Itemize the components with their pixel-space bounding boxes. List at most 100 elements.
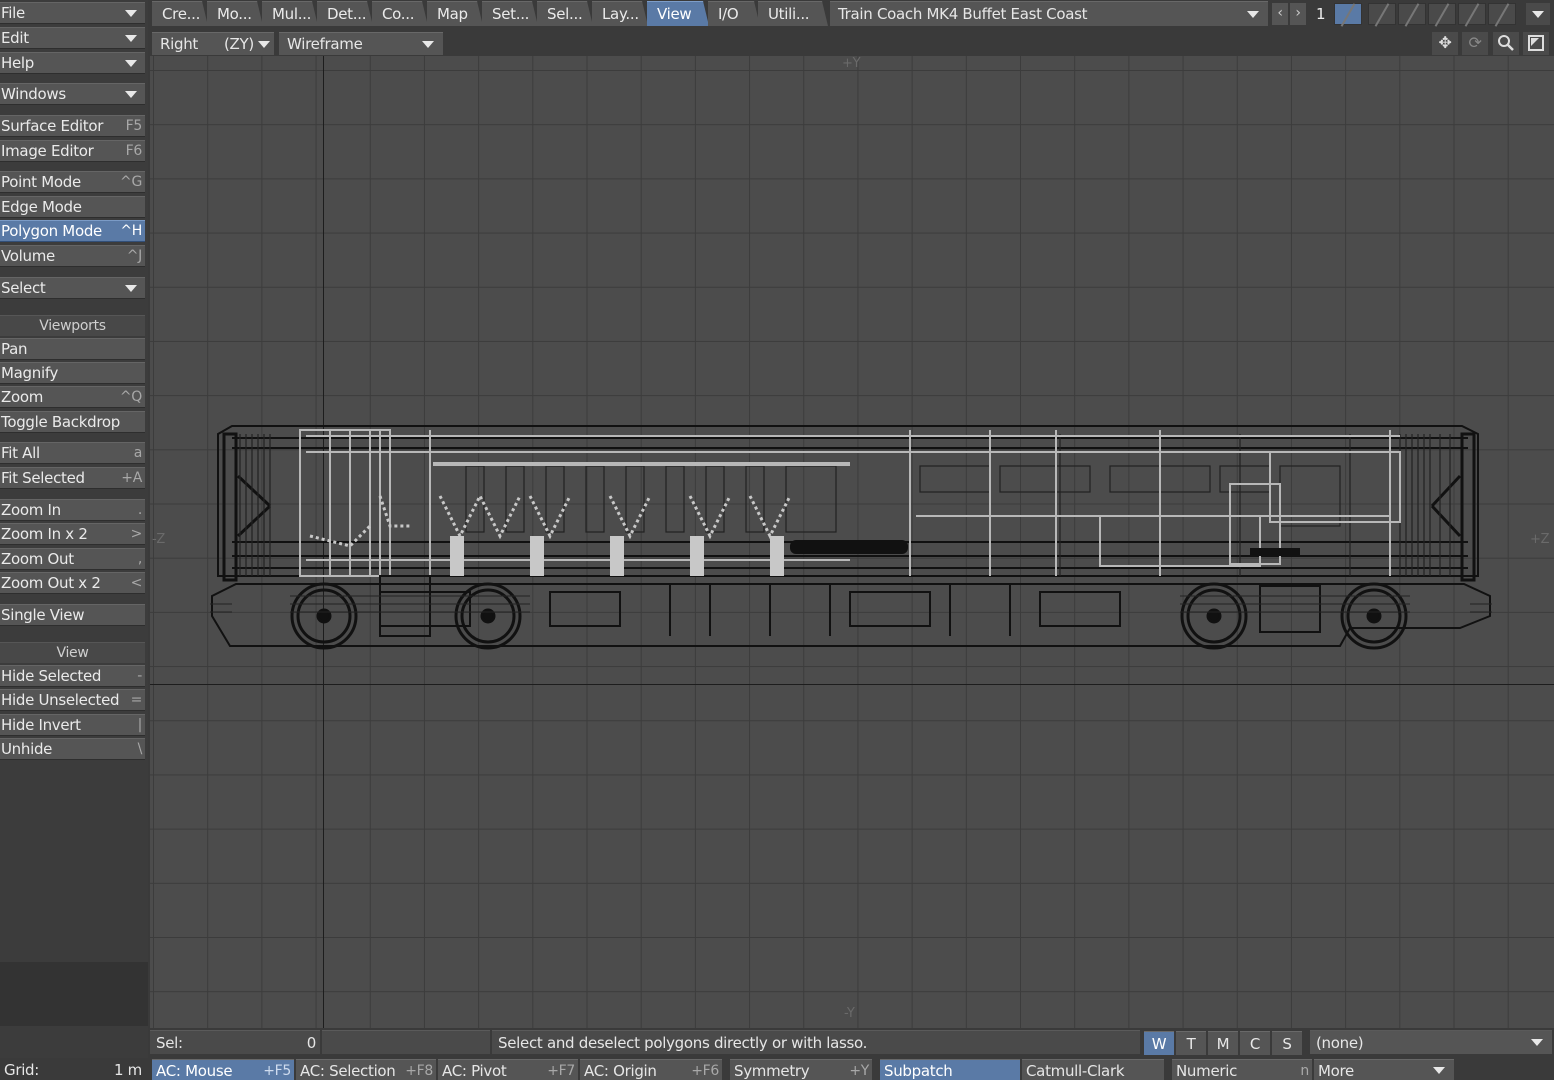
pan-button[interactable]: Pan xyxy=(0,338,145,360)
tab-select[interactable]: Sel... xyxy=(537,1,593,26)
single-view-button[interactable]: Single View xyxy=(0,604,145,626)
edit-menu-label: Edit xyxy=(1,29,29,47)
layer-box-3[interactable] xyxy=(1398,3,1426,27)
layer-box-6[interactable] xyxy=(1488,3,1516,27)
volume-button[interactable]: Volume ^J xyxy=(0,245,145,267)
chevron-down-icon xyxy=(422,40,434,48)
select-menu-label: Select xyxy=(1,279,46,297)
chevron-down-icon xyxy=(1247,10,1259,18)
sidebar-empty-panel xyxy=(0,962,148,1026)
hide-invert-button[interactable]: Hide Invert | xyxy=(0,714,145,736)
button-label: Zoom xyxy=(1,388,44,406)
subpatch-button[interactable]: Subpatch xyxy=(880,1059,1020,1080)
tab-create[interactable]: Cre... xyxy=(152,1,208,26)
edit-menu[interactable]: Edit xyxy=(0,27,145,49)
unhide-button[interactable]: Unhide \ xyxy=(0,738,145,760)
layer-box-2[interactable] xyxy=(1368,3,1396,27)
move-view-icon[interactable]: ✥ xyxy=(1432,32,1458,55)
status-spacer xyxy=(322,1030,490,1054)
zoom-in-button[interactable]: Zoom In. xyxy=(0,499,145,521)
help-menu[interactable]: Help xyxy=(0,52,145,74)
tab-utilities[interactable]: Utili... xyxy=(758,1,828,26)
numeric-button[interactable]: Numeric n xyxy=(1172,1059,1312,1080)
maximize-view-icon[interactable] xyxy=(1523,32,1549,55)
fit-selected-button[interactable]: Fit Selected +A xyxy=(0,467,145,489)
shortcut-hint: a xyxy=(133,445,143,461)
image-editor-button[interactable]: Image Editor F6 xyxy=(0,140,145,162)
object-selector[interactable]: Train Coach MK4 Buffet East Coast xyxy=(830,1,1268,26)
layer-box-5[interactable] xyxy=(1458,3,1486,27)
surface-editor-button[interactable]: Surface Editor F5 xyxy=(0,115,145,137)
tab-setup[interactable]: Set... xyxy=(482,1,538,26)
edge-mode-button[interactable]: Edge Mode xyxy=(0,196,145,218)
viewport-canvas[interactable]: +Y -Y -Z +Z xyxy=(150,56,1554,1028)
chevron-down-icon xyxy=(125,90,137,98)
windows-menu[interactable]: Windows xyxy=(0,83,145,105)
view-type-select[interactable]: Right xyxy=(152,32,216,55)
morph-map-button[interactable]: M xyxy=(1208,1031,1238,1055)
zoom-button[interactable]: Zoom ^Q xyxy=(0,386,145,408)
texture-map-button[interactable]: T xyxy=(1176,1031,1206,1055)
ac-selection-button[interactable]: AC: Selection +F8 xyxy=(296,1059,436,1080)
button-label: Image Editor xyxy=(1,142,94,160)
zoom-view-icon[interactable] xyxy=(1493,32,1519,55)
layer-box-1[interactable] xyxy=(1334,3,1362,27)
button-label: Fit All xyxy=(1,444,40,462)
rotate-view-icon[interactable]: ⟳ xyxy=(1462,32,1488,55)
symmetry-button[interactable]: Symmetry +Y xyxy=(730,1059,872,1080)
zoom-out-x2-button[interactable]: Zoom Out x 2 < xyxy=(0,572,145,594)
vmap-select[interactable]: (none) xyxy=(1310,1030,1552,1054)
zoom-in-x2-button[interactable]: Zoom In x 2 > xyxy=(0,523,145,545)
selection-value: 0 xyxy=(306,1034,317,1052)
selection-label: Sel: xyxy=(156,1034,183,1052)
ac-mouse-button[interactable]: AC: Mouse +F5 xyxy=(152,1059,294,1080)
render-mode-select[interactable]: Wireframe xyxy=(279,32,443,55)
shortcut-hint: +A xyxy=(121,470,142,486)
color-map-button[interactable]: C xyxy=(1240,1031,1270,1055)
shortcut-hint: F6 xyxy=(125,143,143,159)
subdivision-type-select[interactable]: Catmull-Clark xyxy=(1022,1059,1164,1080)
tab-modify[interactable]: Mo... xyxy=(207,1,263,26)
view-heading: View xyxy=(0,642,145,663)
windows-menu-label: Windows xyxy=(1,85,66,103)
button-label: Symmetry xyxy=(734,1062,810,1080)
prev-layer-button[interactable]: ‹ xyxy=(1272,3,1288,25)
tab-construct[interactable]: Co... xyxy=(372,1,428,26)
fit-all-button[interactable]: Fit All a xyxy=(0,442,145,464)
tab-layers[interactable]: Lay... xyxy=(592,1,648,26)
selection-set-button[interactable]: S xyxy=(1272,1031,1302,1055)
select-menu[interactable]: Select xyxy=(0,277,145,299)
button-label: Zoom Out x 2 xyxy=(1,574,101,592)
tab-map[interactable]: Map xyxy=(427,1,483,26)
file-menu[interactable]: File xyxy=(0,2,145,24)
shortcut-hint: F5 xyxy=(125,118,143,134)
button-label: Zoom In xyxy=(1,501,61,519)
help-menu-label: Help xyxy=(1,54,34,72)
chevron-down-icon xyxy=(125,9,137,17)
magnify-button[interactable]: Magnify xyxy=(0,362,145,384)
hide-unselected-button[interactable]: Hide Unselected = xyxy=(0,689,145,711)
chevron-down-icon xyxy=(258,40,270,48)
polygon-mode-button[interactable]: Polygon Mode ^H xyxy=(0,220,145,242)
shortcut-hint: +F5 xyxy=(263,1063,291,1079)
tab-multiply[interactable]: Mul... xyxy=(262,1,318,26)
hide-selected-button[interactable]: Hide Selected - xyxy=(0,665,145,687)
ac-pivot-button[interactable]: AC: Pivot +F7 xyxy=(438,1059,578,1080)
tab-io[interactable]: I/O xyxy=(708,1,760,26)
tab-view[interactable]: View xyxy=(647,1,709,26)
view-axes-select[interactable]: (ZY) xyxy=(216,32,274,55)
chevron-down-icon xyxy=(1531,1039,1543,1046)
shortcut-hint: . xyxy=(137,502,142,518)
point-mode-button[interactable]: Point Mode ^G xyxy=(0,171,145,193)
tab-detail[interactable]: Det... xyxy=(317,1,373,26)
shortcut-hint: ^Q xyxy=(119,389,142,405)
next-layer-button[interactable]: › xyxy=(1290,3,1306,25)
layer-box-4[interactable] xyxy=(1428,3,1456,27)
toggle-backdrop-button[interactable]: Toggle Backdrop xyxy=(0,411,145,433)
more-menu[interactable]: More xyxy=(1314,1059,1454,1080)
layer-menu-button[interactable] xyxy=(1526,3,1550,25)
shortcut-hint: +F8 xyxy=(405,1063,433,1079)
ac-origin-button[interactable]: AC: Origin +F6 xyxy=(580,1059,722,1080)
weight-map-button[interactable]: W xyxy=(1144,1031,1174,1055)
zoom-out-button[interactable]: Zoom Out, xyxy=(0,548,145,570)
